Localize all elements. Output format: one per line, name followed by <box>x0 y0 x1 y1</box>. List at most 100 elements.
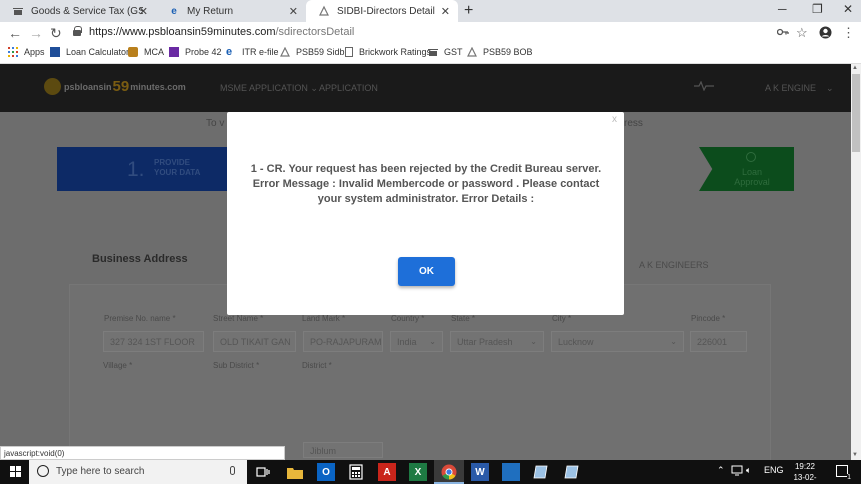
excel-icon[interactable]: X <box>409 463 427 481</box>
reload-icon[interactable]: ↻ <box>50 25 62 42</box>
landmark-input[interactable]: PO-RAJAPURAM <box>303 331 383 352</box>
chrome-icon[interactable] <box>440 463 458 481</box>
close-icon[interactable]: ✕ <box>139 5 148 18</box>
close-icon[interactable]: ✕ <box>289 5 298 18</box>
chevron-up-icon[interactable]: ⌃ <box>717 465 725 476</box>
close-icon[interactable]: x <box>612 114 617 125</box>
bookmark-brickwork-ratings[interactable]: Brickwork Ratings <box>345 47 431 57</box>
notes-app-icon[interactable] <box>563 463 581 481</box>
field-label: Country * <box>391 314 425 323</box>
forward-icon[interactable]: → <box>29 25 43 41</box>
nav-msme-application[interactable]: MSME APPLICATION ⌄ <box>220 83 318 94</box>
pincode-input[interactable]: 226001 <box>690 331 747 352</box>
minimize-button[interactable]: ─ <box>778 2 787 16</box>
field-label: Sub District * <box>213 361 260 370</box>
tab-label: My Return <box>187 5 234 17</box>
bookmark-gst[interactable]: GST <box>428 47 463 57</box>
chevron-down-icon[interactable]: ⌄ <box>826 83 834 94</box>
bookmark-label: ITR e-file <box>242 47 279 57</box>
url-path: /sdirectorsDetail <box>275 26 355 38</box>
bookmark-apps[interactable]: Apps <box>8 47 45 57</box>
maximize-button[interactable]: ❐ <box>812 2 823 16</box>
word-icon[interactable]: W <box>471 463 489 481</box>
premise-input[interactable]: 327 324 1ST FLOOR <box>103 331 204 352</box>
bookmark-psb59-sidbi[interactable]: PSB59 Sidbi <box>280 46 347 57</box>
bookmark-mca[interactable]: MCA <box>128 47 164 57</box>
error-message: 1 - CR. Your request has been rejected b… <box>250 163 602 205</box>
step-loan-approval: Loan Approval <box>699 147 794 191</box>
logo-emblem-icon <box>44 78 61 95</box>
bookmark-label: Apps <box>24 47 45 57</box>
close-icon[interactable]: ✕ <box>441 5 450 18</box>
bookmark-label: Loan Calculator <box>66 47 130 57</box>
step-label: PROVIDE YOUR DATA <box>154 158 200 178</box>
app-tile-icon[interactable] <box>502 463 520 481</box>
logo-prefix: psbloansin <box>64 81 112 92</box>
chevron-down-icon: ⌄ <box>429 337 436 346</box>
taskbar-search[interactable]: Type here to search <box>29 460 247 484</box>
user-menu[interactable]: A K ENGINE <box>765 83 816 93</box>
page-scrollbar[interactable]: ▲ ▼ <box>851 64 861 460</box>
state-select[interactable]: Uttar Pradesh ⌄ <box>450 331 544 352</box>
notes-app-icon[interactable] <box>532 463 550 481</box>
bookmark-psb59-bob[interactable]: PSB59 BOB <box>467 46 533 57</box>
search-placeholder: Type here to search <box>56 466 145 477</box>
field-label: City * <box>552 314 572 323</box>
close-window-button[interactable]: ✕ <box>843 2 853 16</box>
activity-icon[interactable] <box>694 80 714 93</box>
bookmark-loan-calculator[interactable]: Loan Calculator <box>50 47 129 57</box>
tab-sidbi-directors[interactable]: SIDBI-Directors Detail ✕ <box>306 0 458 22</box>
windows-start-icon[interactable] <box>10 466 22 478</box>
key-icon[interactable] <box>776 27 789 39</box>
check-circle-icon <box>746 152 756 162</box>
tab-gst[interactable]: Goods & Service Tax (GST) | Servi ✕ <box>0 0 156 22</box>
tab-my-return[interactable]: e My Return ✕ <box>156 0 306 22</box>
scrollbar-thumb[interactable] <box>852 74 860 152</box>
tab-label: SIDBI-Directors Detail <box>337 5 435 17</box>
cortana-icon <box>37 465 49 477</box>
ok-button[interactable]: OK <box>398 257 455 286</box>
psb59-icon <box>467 46 477 57</box>
bookmark-itr-efile[interactable]: e ITR e-file <box>226 47 279 58</box>
address-bar[interactable]: https://www.psbloansin59minutes.com/sdir… <box>89 26 354 38</box>
section-title: Business Address <box>92 253 188 265</box>
address-row: ← → ↻ https://www.psbloansin59minutes.co… <box>0 22 861 44</box>
tab-label: Goods & Service Tax (GST) | Servi <box>31 5 143 17</box>
url-host: https://www.psbloansin59minutes.com <box>89 26 276 38</box>
menu-icon[interactable]: ⋮ <box>842 25 855 41</box>
notification-count: 1 <box>847 474 851 481</box>
back-icon[interactable]: ← <box>8 25 22 41</box>
notification-icon[interactable]: 1 <box>836 465 851 481</box>
star-icon[interactable]: ☆ <box>796 25 808 41</box>
lock-icon[interactable] <box>73 26 82 36</box>
outlook-icon[interactable]: O <box>317 463 335 481</box>
calculator-icon <box>50 47 60 57</box>
bookmark-label: PSB59 BOB <box>483 47 533 57</box>
city-select[interactable]: Lucknow ⌄ <box>551 331 684 352</box>
field-label: Street Name * <box>213 314 264 323</box>
field-label: Land Mark * <box>302 314 346 323</box>
task-view-icon[interactable] <box>254 463 272 481</box>
step-label-line: Loan <box>741 167 763 177</box>
calculator-icon[interactable] <box>347 463 365 481</box>
acrobat-icon[interactable]: A <box>378 463 396 481</box>
district-input[interactable]: Jiblum <box>303 442 383 458</box>
gst-icon <box>12 5 24 17</box>
site-logo[interactable]: psbloansin 59 minutes.com <box>44 78 186 95</box>
file-explorer-icon[interactable] <box>286 463 304 481</box>
bookmark-probe-42[interactable]: Probe 42 <box>169 47 222 57</box>
clock[interactable]: 19:22 13-02-2019 <box>785 461 825 494</box>
language-indicator[interactable]: ENG <box>764 465 784 475</box>
network-icon[interactable] <box>731 465 743 478</box>
new-tab-button[interactable]: + <box>464 2 473 20</box>
mca-emblem-icon <box>128 47 138 57</box>
scroll-down-icon[interactable]: ▼ <box>852 452 858 458</box>
profile-icon[interactable] <box>819 26 832 42</box>
nav-application[interactable]: APPLICATION <box>319 83 378 93</box>
street-input[interactable]: OLD TIKAIT GAN <box>213 331 296 352</box>
scroll-up-icon[interactable]: ▲ <box>852 65 858 71</box>
speaker-icon[interactable]: 🔈︎ <box>746 465 751 476</box>
ie-e-icon: e <box>171 5 177 17</box>
microphone-icon[interactable] <box>230 466 235 475</box>
country-select[interactable]: India ⌄ <box>390 331 443 352</box>
